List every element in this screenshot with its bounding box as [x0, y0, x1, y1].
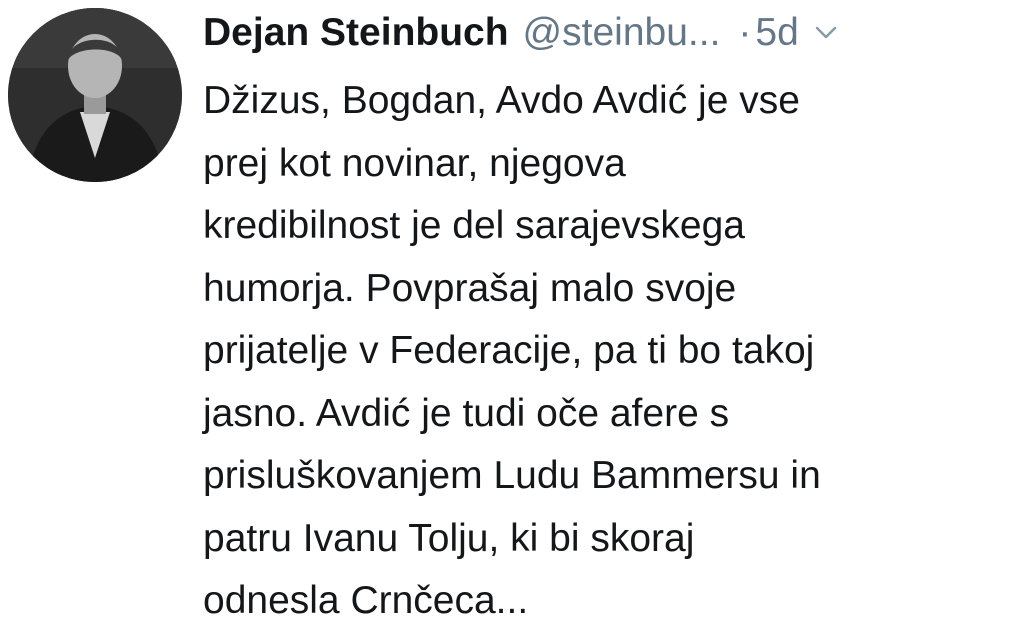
avatar-photo [8, 8, 182, 182]
tweet-text: Džizus, Bogdan, Avdo Avdić je vse prej k… [203, 70, 1018, 633]
tweet-line: prisluškovanjem Ludu Bammersu in [203, 454, 821, 497]
tweet-line: jasno. Avdić je tudi oče afere s [203, 391, 730, 435]
avatar[interactable] [8, 8, 182, 182]
tweet-line: kredibilnost je del sarajevskega [203, 204, 745, 247]
tweet-line: prej kot novinar, njegova [203, 141, 626, 185]
tweet-line: prijatelje v Federacije, pa ti bo takoj [203, 329, 815, 372]
tweet-line: humorja. Povprašaj malo svoje [203, 266, 737, 310]
tweet-line: odnesla Crnčeca... [203, 579, 529, 622]
tweet[interactable]: Dejan Steinbuch @steinbu... · 5d Džizus,… [0, 0, 1024, 641]
timestamp[interactable]: 5d [755, 8, 798, 58]
separator-dot: · [738, 11, 752, 54]
tweet-header: Dejan Steinbuch @steinbu... · 5d [203, 8, 837, 58]
tweet-line: Džizus, Bogdan, Avdo Avdić je vse [203, 79, 800, 122]
author-name[interactable]: Dejan Steinbuch [203, 8, 509, 58]
chevron-down-icon[interactable] [815, 26, 837, 40]
tweet-line: patru Ivanu Tolju, ki bi skoraj [203, 516, 695, 560]
author-handle[interactable]: @steinbu... [523, 8, 721, 58]
